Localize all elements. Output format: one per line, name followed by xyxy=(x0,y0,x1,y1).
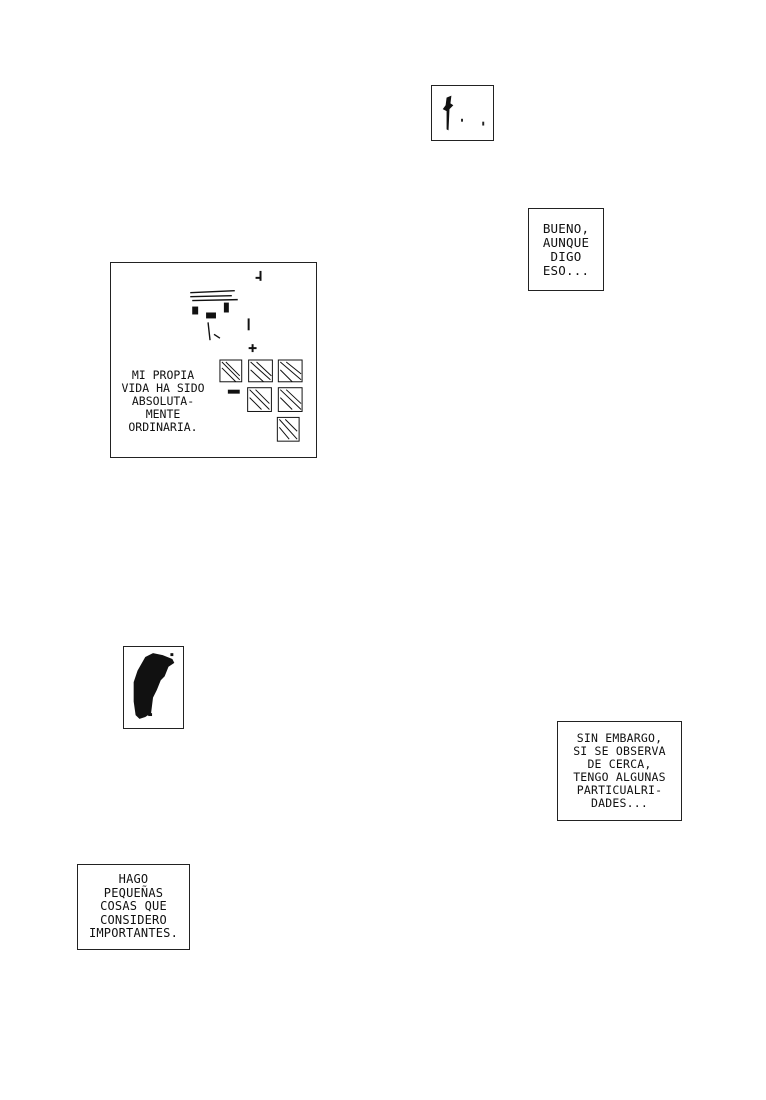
caption-bueno: BUENO, AUNQUE DIGO ESO... xyxy=(528,208,604,291)
caption-line: BUENO, xyxy=(542,220,590,236)
caption-line: PARTICUALRI- xyxy=(576,782,663,797)
caption-line: IMPORTANTES. xyxy=(88,926,179,941)
caption-line: TENGO ALGUNAS xyxy=(573,770,666,784)
building-panel: MI PROPIA VIDA HA SIDO ABSOLUTA- MENTE O… xyxy=(110,262,317,458)
caption-line: DIGO xyxy=(550,248,582,264)
caption-line: PEQUEÑAS xyxy=(103,885,164,900)
caption-line: COSAS QUE xyxy=(100,899,167,914)
caption-line: MI PROPIA xyxy=(131,368,195,382)
caption-line: CONSIDERO xyxy=(100,912,167,927)
silhouette-panel xyxy=(123,646,184,729)
caption-line: DADES... xyxy=(591,795,648,810)
silhouette-sketch xyxy=(133,653,175,719)
caption-line: ABSOLUTA- xyxy=(131,393,195,408)
caption-hago: HAGO PEQUEÑAS COSAS QUE CONSIDERO IMPORT… xyxy=(77,864,190,950)
caption-line: AUNQUE xyxy=(542,234,590,250)
caption-ordinaria: MI PROPIA VIDA HA SIDO ABSOLUTA- MENTE O… xyxy=(119,368,207,434)
caption-line: MENTE xyxy=(145,406,181,421)
caption-sin-embargo: SIN EMBARGO, SI SE OBSERVA DE CERCA, TEN… xyxy=(557,721,682,821)
caption-line: ESO... xyxy=(542,262,590,278)
small-figure-panel xyxy=(431,85,494,141)
caption-line: HAGO xyxy=(118,872,149,887)
caption-line: VIDA HA SIDO xyxy=(121,380,205,395)
caption-line: ORDINARIA. xyxy=(128,419,198,434)
figure-sketch xyxy=(442,95,485,131)
